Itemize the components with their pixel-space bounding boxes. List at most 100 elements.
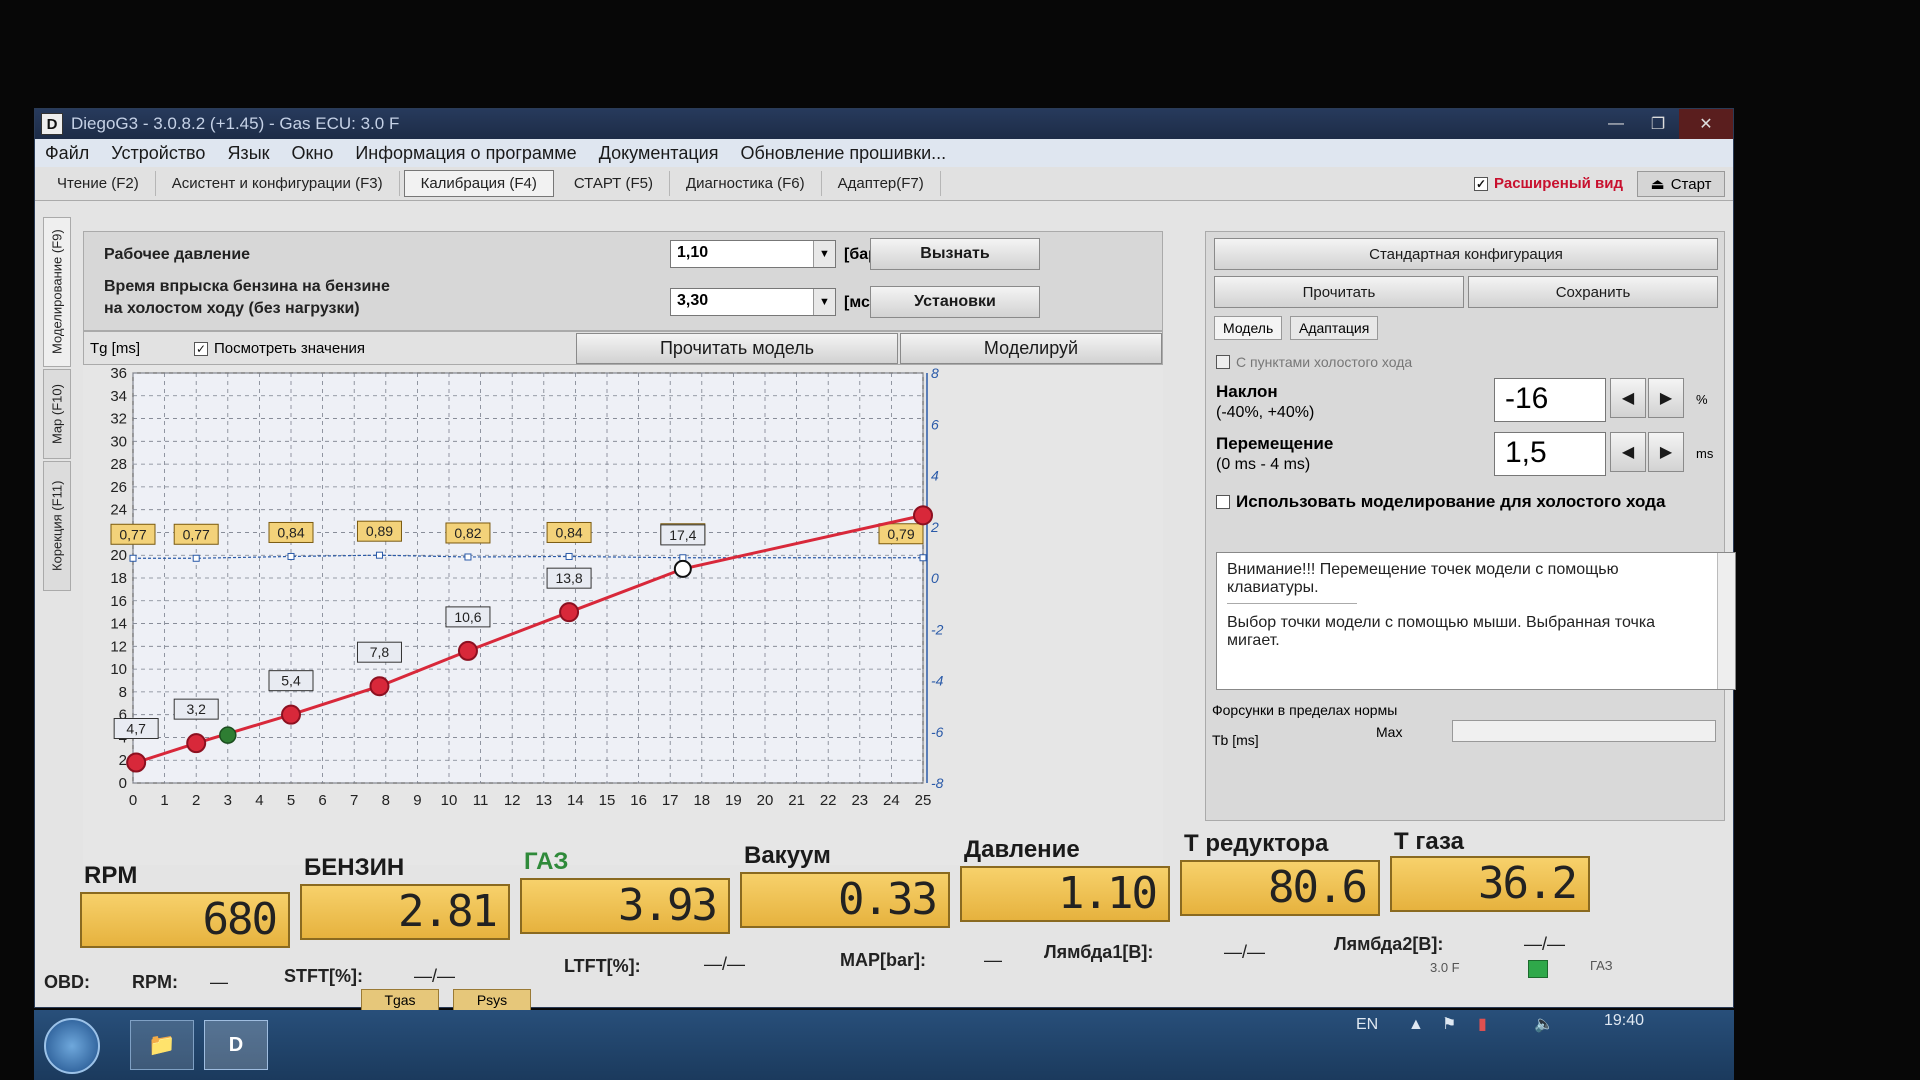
- menu-docs[interactable]: Документация: [599, 143, 719, 164]
- call-button[interactable]: Вызнать: [870, 238, 1040, 270]
- stft-label: STFT[%]:: [284, 966, 363, 986]
- idle-points-option[interactable]: С пунктами холостого хода: [1216, 354, 1412, 370]
- tab-calibration[interactable]: Калибрация (F4): [403, 170, 554, 197]
- slope-label: Наклон: [1216, 382, 1278, 401]
- model-label: 7,8: [370, 644, 390, 660]
- show-values-toggle[interactable]: ✓ Посмотреть значения: [194, 340, 365, 357]
- read-button[interactable]: Прочитать: [1214, 276, 1464, 308]
- tgas-button[interactable]: Tgas: [361, 989, 439, 1011]
- y2-tick-label: 8: [931, 365, 939, 381]
- vtab-correction[interactable]: Корекция (F11): [43, 461, 71, 591]
- y2-tick-label: 4: [931, 468, 939, 484]
- menu-about[interactable]: Информация о программе: [355, 143, 576, 164]
- tab-read[interactable]: Чтение (F2): [41, 171, 156, 196]
- obd-label: OBD:: [44, 972, 90, 992]
- y-tick-label: 32: [110, 411, 127, 428]
- tb-label: Tb [ms]: [1212, 732, 1259, 748]
- obd-rpm-label: RPM:: [132, 972, 178, 992]
- save-button[interactable]: Сохранить: [1468, 276, 1718, 308]
- x-tick-label: 25: [915, 792, 932, 809]
- extended-view-toggle[interactable]: ✓ Расширеный вид: [1474, 175, 1623, 192]
- vacuum-label: Вакуум: [744, 842, 831, 869]
- checkmark-icon: ✓: [1474, 176, 1489, 191]
- gas-temp-value: 36.2: [1390, 856, 1590, 912]
- minimize-icon[interactable]: —: [1595, 109, 1637, 139]
- y-tick-label: 26: [110, 479, 127, 496]
- shift-decrease-button[interactable]: ◀: [1610, 432, 1646, 472]
- tab-adapter[interactable]: Адаптер(F7): [822, 171, 941, 196]
- shift-input[interactable]: 1,5: [1494, 432, 1606, 476]
- y2-tick-label: 6: [931, 416, 939, 432]
- y2-tick-label: -2: [931, 621, 944, 637]
- model-label: 5,4: [281, 673, 301, 689]
- obd-rpm-value: —: [210, 972, 228, 992]
- slope-input[interactable]: -16: [1494, 378, 1606, 422]
- maximize-icon[interactable]: ❐: [1637, 109, 1679, 139]
- flag-icon[interactable]: ⚑: [1442, 1014, 1456, 1034]
- x-tick-label: 15: [599, 792, 616, 809]
- shift-increase-button[interactable]: ▶: [1648, 432, 1684, 472]
- explorer-icon[interactable]: 📁: [130, 1020, 194, 1070]
- notice-box: Внимание!!! Перемещение точек модели с п…: [1216, 552, 1736, 690]
- model-settings-panel: Стандартная конфигурация Прочитать Сохра…: [1205, 231, 1736, 821]
- x-tick-label: 11: [473, 792, 489, 809]
- injection-combo[interactable]: 3,30 ▼: [670, 288, 836, 316]
- injection-label-2: на холостом ходу (без нагрузки): [104, 300, 360, 317]
- start-button[interactable]: ⏏ Старт: [1637, 171, 1725, 197]
- tab-model[interactable]: Модель: [1214, 316, 1283, 340]
- menu-window[interactable]: Окно: [292, 143, 334, 164]
- injectors-status: Форсунки в пределах нормы: [1212, 702, 1398, 718]
- adaptation-point: [919, 554, 927, 562]
- tray-expand-icon[interactable]: ▲: [1408, 1016, 1424, 1034]
- language-indicator[interactable]: EN: [1356, 1016, 1378, 1034]
- volume-icon[interactable]: 🔈: [1534, 1014, 1554, 1034]
- tab-start[interactable]: СТАРТ (F5): [558, 171, 671, 196]
- clock[interactable]: 19:40: [1604, 1012, 1644, 1030]
- read-model-button[interactable]: Прочитать модель: [576, 333, 898, 364]
- y2-tick-label: 2: [930, 519, 939, 535]
- tab-assistant[interactable]: Асистент и конфигурации (F3): [156, 171, 400, 196]
- x-tick-label: 16: [630, 792, 647, 809]
- adaptation-point: [129, 554, 137, 562]
- chevron-down-icon[interactable]: ▼: [813, 289, 835, 315]
- slope-increase-button[interactable]: ▶: [1648, 378, 1684, 418]
- calibration-panel: Рабочее давление 1,10 ▼ [бар] Вызнать Вр…: [83, 231, 1163, 931]
- pressure-value: 1,10: [677, 244, 709, 261]
- menu-language[interactable]: Язык: [227, 143, 269, 164]
- model-chart-svg[interactable]: 0 1 2 3 4 5 6 7 8 9 10 11 12 13 14 15 16 17 18 19 20 21 22 23 24…: [83, 365, 1163, 865]
- slope-decrease-button[interactable]: ◀: [1610, 378, 1646, 418]
- y-tick-label: 12: [110, 638, 127, 655]
- max-label: Max: [1376, 724, 1403, 740]
- model-chart[interactable]: 0 1 2 3 4 5 6 7 8 9 10 11 12 13 14 15 16 17 18 19 20 21 22 23 24…: [83, 365, 1163, 865]
- lambda1-label: Лямбда1[В]:: [1044, 942, 1154, 962]
- lambda2-value: —/—: [1524, 934, 1566, 954]
- scrollbar[interactable]: [1717, 553, 1735, 689]
- start-orb-icon[interactable]: [44, 1018, 100, 1074]
- tab-diagnostics[interactable]: Диагностика (F6): [670, 171, 822, 196]
- vacuum-value: 0.33: [740, 872, 950, 928]
- pressure-combo[interactable]: 1,10 ▼: [670, 240, 836, 268]
- close-icon[interactable]: ✕: [1679, 109, 1733, 139]
- chevron-down-icon[interactable]: ▼: [813, 241, 835, 267]
- y2-tick-label: 0: [931, 570, 939, 586]
- vtab-modeling[interactable]: Моделирование (F9): [43, 217, 71, 367]
- adaptation-label: 0,79: [887, 526, 914, 542]
- menu-update[interactable]: Обновление прошивки...: [740, 143, 946, 164]
- x-tick-label: 9: [413, 792, 421, 809]
- network-icon[interactable]: ▮: [1478, 1014, 1487, 1034]
- simulate-button[interactable]: Моделируй: [900, 333, 1162, 364]
- pressure-ind-value: 1.10: [960, 866, 1170, 922]
- psys-button[interactable]: Psys: [453, 989, 531, 1011]
- petrol-label: БЕНЗИН: [304, 854, 405, 881]
- vtab-map[interactable]: Map (F10): [43, 369, 71, 459]
- std-config-button[interactable]: Стандартная конфигурация: [1214, 238, 1718, 270]
- divider: [1227, 603, 1357, 604]
- use-idle-option[interactable]: Использовать моделирование для холостого…: [1216, 492, 1665, 512]
- menu-file[interactable]: Файл: [45, 143, 89, 164]
- settings-button[interactable]: Установки: [870, 286, 1040, 318]
- main-tabs: Чтение (F2) Асистент и конфигурации (F3)…: [35, 167, 1733, 201]
- tab-adaptation[interactable]: Адаптация: [1290, 316, 1379, 340]
- adaptation-point: [375, 551, 383, 559]
- menu-device[interactable]: Устройство: [111, 143, 205, 164]
- diego-taskbar-icon[interactable]: D: [204, 1020, 268, 1070]
